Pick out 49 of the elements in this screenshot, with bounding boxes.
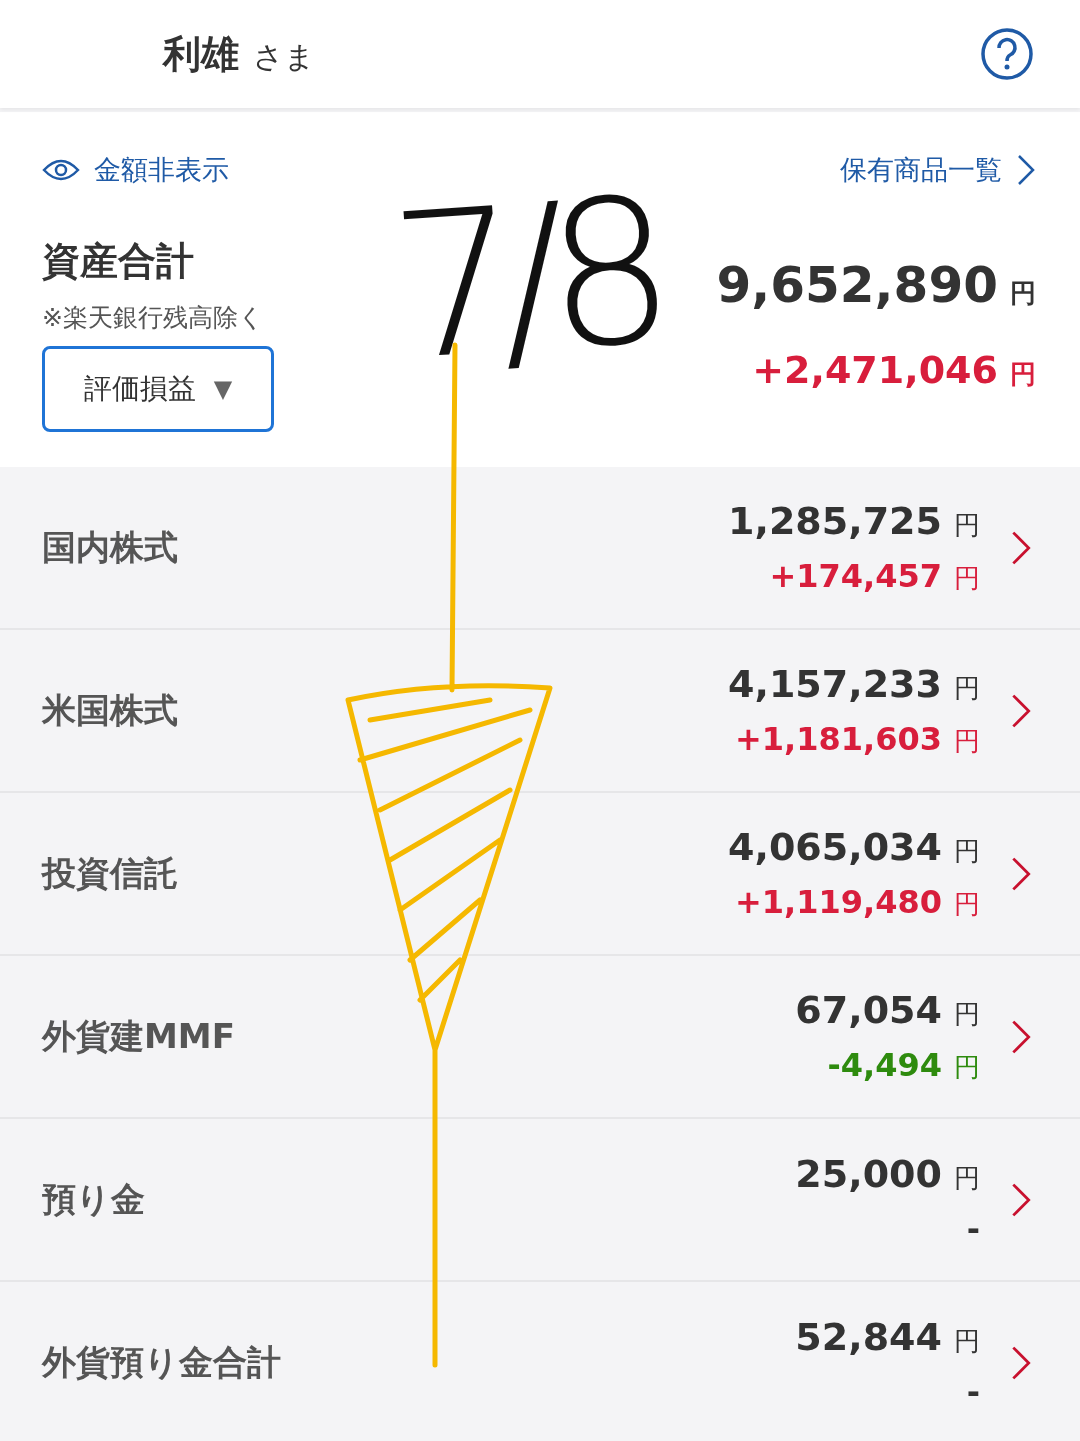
asset-row[interactable]: 預り金 25,000 円 -: [0, 1119, 1080, 1282]
currency-unit: 円: [954, 725, 980, 758]
currency-unit: 円: [954, 562, 980, 595]
dropdown[interactable]: 評価損益 ▼: [42, 346, 274, 432]
honorific: さま: [253, 37, 315, 76]
currency-unit: 円: [954, 1051, 980, 1084]
asset-label: 預り金: [42, 1177, 146, 1221]
currency-unit: 円: [954, 888, 980, 921]
currency-unit: 円: [954, 1161, 980, 1195]
asset-row[interactable]: 投資信託 4,065,034 円 +1,119,480 円: [0, 793, 1080, 956]
asset-change: -: [966, 1209, 980, 1248]
asset-change: +174,457: [769, 557, 942, 595]
currency-unit: 円: [954, 1324, 980, 1358]
asset-amount: 25,000: [795, 1151, 942, 1196]
handwritten-date: 7/8: [385, 171, 661, 389]
hide-amounts-link[interactable]: 金額非表示: [42, 152, 274, 188]
asset-row[interactable]: 米国株式 4,157,233 円 +1,181,603 円: [0, 630, 1080, 793]
asset-change: -4,494: [827, 1046, 942, 1084]
asset-label: 米国株式: [42, 688, 179, 732]
asset-amount: 52,844: [795, 1314, 942, 1359]
eye-icon: [42, 157, 80, 183]
currency-unit: 円: [954, 509, 980, 542]
asset-amount: 1,285,725: [728, 499, 942, 543]
section-title: 資産合計: [42, 238, 195, 285]
help-icon[interactable]: [980, 27, 1034, 81]
total-change: +2,471,046: [752, 348, 998, 392]
note-text: ※楽天銀行残高除く: [42, 302, 265, 334]
asset-amount: 67,054: [795, 988, 942, 1032]
currency-unit: 円: [954, 672, 980, 705]
user-name: 利雄: [163, 30, 239, 78]
currency-unit: 円: [1010, 358, 1036, 391]
asset-change: +1,181,603: [735, 720, 942, 758]
asset-row[interactable]: 外貨預り金合計 52,844 円 -: [0, 1282, 1080, 1441]
asset-row[interactable]: 国内株式 1,285,725 円 +174,457 円: [0, 467, 1080, 630]
currency-unit: 円: [954, 835, 980, 868]
asset-label: 外貨建MMF: [42, 1014, 236, 1058]
holdings-link[interactable]: 保有商品一覧: [840, 152, 1036, 188]
asset-change: +1,119,480: [735, 883, 942, 921]
asset-label: 国内株式: [42, 525, 179, 569]
asset-change: -: [966, 1372, 980, 1411]
total-amount: 9,652,890: [716, 256, 998, 314]
currency-unit: 円: [954, 998, 980, 1031]
asset-label: 投資信託: [42, 851, 179, 895]
asset-row[interactable]: 外貨建MMF 67,054 円 -4,494 円: [0, 956, 1080, 1119]
chevron-icon: [1016, 153, 1036, 187]
currency-unit: 円: [1010, 277, 1036, 310]
asset-amount: 4,157,233: [728, 662, 942, 706]
asset-amount: 4,065,034: [728, 825, 942, 869]
asset-label: 外貨預り金合計: [42, 1340, 282, 1384]
